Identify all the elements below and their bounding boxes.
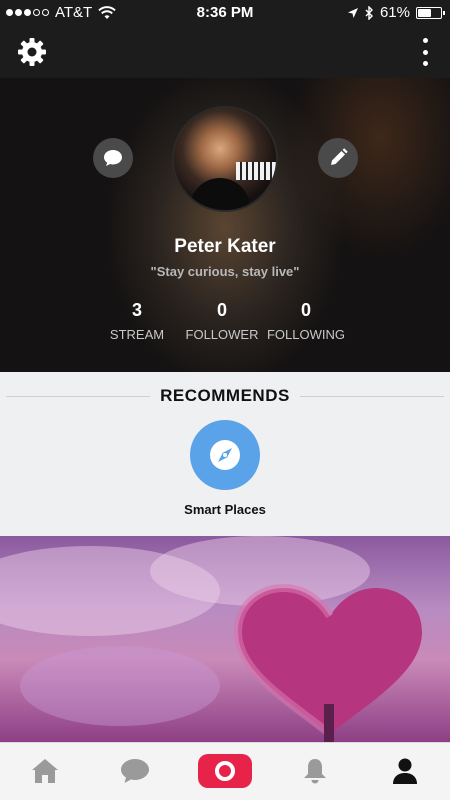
profile-name: Peter Kater bbox=[174, 236, 276, 257]
bluetooth-icon bbox=[365, 5, 373, 20]
stream-thumbnail[interactable] bbox=[0, 536, 450, 742]
heart-tree-image bbox=[233, 584, 422, 742]
battery-percent: 61% bbox=[379, 4, 410, 21]
chat-icon bbox=[121, 759, 149, 783]
smart-places-button[interactable] bbox=[190, 420, 260, 490]
profile-bio: "Stay curious, stay live" bbox=[150, 264, 300, 279]
tab-bar bbox=[0, 742, 450, 800]
compass-icon bbox=[210, 440, 240, 470]
recommends-section: RECOMMENDS Smart Places bbox=[0, 372, 450, 536]
home-icon bbox=[32, 759, 58, 783]
bell-icon bbox=[304, 759, 326, 784]
record-icon bbox=[198, 754, 252, 788]
tab-home[interactable] bbox=[27, 755, 63, 787]
status-bar: AT&T 8:36 PM 61% bbox=[0, 0, 450, 26]
chat-bubble-icon bbox=[104, 150, 122, 166]
divider bbox=[300, 396, 444, 397]
tab-record[interactable] bbox=[198, 754, 252, 788]
smart-places-label: Smart Places bbox=[184, 502, 266, 517]
stat-following[interactable]: 0 FOLLOWING bbox=[251, 300, 361, 342]
profile-header: Peter Kater "Stay curious, stay live" 3 … bbox=[0, 78, 450, 372]
edit-profile-button[interactable] bbox=[318, 138, 358, 178]
vertical-dots-icon[interactable] bbox=[420, 38, 430, 66]
avatar bbox=[172, 106, 278, 212]
pencil-icon bbox=[331, 148, 348, 165]
message-button[interactable] bbox=[93, 138, 133, 178]
stat-label: FOLLOWING bbox=[266, 327, 345, 342]
stat-value: 0 bbox=[300, 300, 311, 320]
tab-messages[interactable] bbox=[117, 755, 153, 787]
profile-icon bbox=[393, 758, 417, 784]
top-bar bbox=[0, 26, 450, 78]
gear-icon[interactable] bbox=[16, 36, 48, 68]
tab-notifications[interactable] bbox=[297, 755, 333, 787]
battery-icon bbox=[416, 6, 445, 19]
location-arrow-icon bbox=[347, 7, 358, 18]
tab-profile[interactable] bbox=[387, 755, 423, 787]
